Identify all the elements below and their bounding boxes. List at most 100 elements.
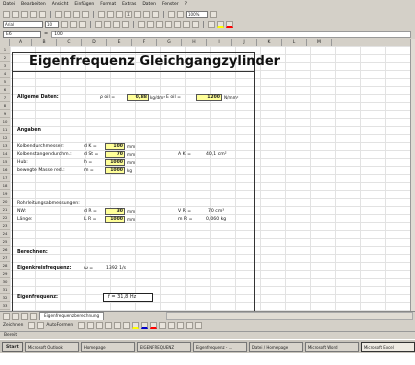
copy-icon[interactable] xyxy=(64,10,71,18)
oval-icon[interactable] xyxy=(105,322,113,329)
row-header[interactable]: 17 xyxy=(0,174,10,182)
redo-icon[interactable] xyxy=(107,10,114,18)
row-header[interactable]: 13 xyxy=(0,142,10,150)
borders-icon[interactable] xyxy=(208,20,215,28)
print-icon[interactable] xyxy=(30,10,37,18)
underline-icon[interactable] xyxy=(79,20,86,28)
first-sheet-icon[interactable] xyxy=(3,312,10,320)
function-icon[interactable] xyxy=(134,10,141,18)
font-color-draw-icon[interactable] xyxy=(150,322,158,329)
last-sheet-icon[interactable] xyxy=(30,312,37,320)
font-size-select[interactable]: 10 xyxy=(45,20,59,28)
formula-equals-icon[interactable]: = xyxy=(44,31,48,37)
column-header[interactable]: I xyxy=(207,39,232,46)
line-style-icon[interactable] xyxy=(159,322,167,329)
masse-input[interactable]: 1000 xyxy=(105,167,125,174)
sort-asc-icon[interactable] xyxy=(143,10,150,18)
column-header[interactable]: B xyxy=(32,39,57,46)
column-header[interactable]: K xyxy=(257,39,282,46)
line-color-icon[interactable] xyxy=(141,322,149,329)
autosum-icon[interactable]: Σ xyxy=(125,10,132,18)
autoformen-menu[interactable]: AutoFormen xyxy=(46,323,73,328)
row-header[interactable]: 6 xyxy=(0,86,10,94)
column-header[interactable]: E xyxy=(107,39,132,46)
format-painter-icon[interactable] xyxy=(82,10,89,18)
column-header[interactable]: A xyxy=(10,39,32,46)
zeichnen-menu[interactable]: Zeichnen xyxy=(3,323,23,328)
taskbar-item-eigenfrequenz-doc[interactable]: Eigenfrequenz - ... xyxy=(192,341,247,352)
column-header[interactable]: M xyxy=(307,39,332,46)
row-header[interactable]: 16 xyxy=(0,166,10,174)
menu-datei[interactable]: Datei xyxy=(3,2,15,7)
thousands-icon[interactable] xyxy=(156,20,163,28)
taskbar-item-eigenfrequenz[interactable]: EIGENFREQUENZ xyxy=(136,341,191,352)
dash-style-icon[interactable] xyxy=(168,322,176,329)
merge-center-icon[interactable] xyxy=(122,20,129,28)
italic-icon[interactable] xyxy=(70,20,77,28)
new-file-icon[interactable] xyxy=(3,10,10,18)
row-header[interactable]: 25 xyxy=(0,238,10,246)
prev-sheet-icon[interactable] xyxy=(12,312,19,320)
paste-icon[interactable] xyxy=(73,10,80,18)
horizontal-scrollbar[interactable] xyxy=(166,312,413,320)
column-header[interactable]: L xyxy=(282,39,307,46)
fill-color-icon[interactable] xyxy=(217,20,224,28)
d-st-input[interactable]: 70 xyxy=(105,151,125,158)
name-box[interactable]: E6 xyxy=(3,30,41,38)
row-header[interactable]: 10 xyxy=(0,118,10,126)
3d-icon[interactable] xyxy=(195,322,203,329)
formula-input[interactable]: 100 xyxy=(51,30,411,38)
increase-indent-icon[interactable] xyxy=(192,20,199,28)
menu-format[interactable]: Format xyxy=(100,2,116,7)
textbox-icon[interactable] xyxy=(114,322,122,329)
column-header[interactable]: H xyxy=(182,39,207,46)
wordart-icon[interactable] xyxy=(123,322,131,329)
row-header[interactable]: 2 xyxy=(0,54,10,62)
row-header[interactable]: 11 xyxy=(0,126,10,134)
font-color-icon[interactable] xyxy=(226,20,233,28)
shadow-icon[interactable] xyxy=(186,322,194,329)
row-header[interactable]: 31 xyxy=(0,286,10,294)
arrow-icon[interactable] xyxy=(87,322,95,329)
decrease-indent-icon[interactable] xyxy=(183,20,190,28)
menu-extras[interactable]: Extras xyxy=(122,2,136,7)
sort-desc-icon[interactable] xyxy=(152,10,159,18)
fill-color-draw-icon[interactable] xyxy=(132,322,140,329)
row-header[interactable]: 18 xyxy=(0,182,10,190)
row-header[interactable]: 29 xyxy=(0,270,10,278)
increase-decimal-icon[interactable] xyxy=(165,20,172,28)
taskbar-item-datei-homepage[interactable]: Datei / Homepage xyxy=(248,341,303,352)
menu-ansicht[interactable]: Ansicht xyxy=(52,2,69,7)
start-button[interactable]: Start xyxy=(2,341,23,352)
row-header[interactable]: 27 xyxy=(0,254,10,262)
currency-icon[interactable] xyxy=(138,20,145,28)
row-header[interactable]: 26 xyxy=(0,246,10,254)
column-header[interactable]: G xyxy=(157,39,182,46)
row-header[interactable]: 32 xyxy=(0,294,10,302)
open-folder-icon[interactable] xyxy=(12,10,19,18)
chart-wizard-icon[interactable] xyxy=(168,10,175,18)
row-header[interactable]: 28 xyxy=(0,262,10,270)
row-header[interactable]: 1 xyxy=(0,46,10,54)
row-header[interactable]: 24 xyxy=(0,230,10,238)
d-r-input[interactable]: 30 xyxy=(105,208,125,215)
menu-help[interactable]: ? xyxy=(185,2,187,7)
menu-einfuegen[interactable]: Einfügen xyxy=(74,2,94,7)
row-header[interactable]: 23 xyxy=(0,222,10,230)
row-header[interactable]: 15 xyxy=(0,158,10,166)
align-right-icon[interactable] xyxy=(113,20,120,28)
percent-icon[interactable] xyxy=(147,20,154,28)
font-select[interactable]: Arial xyxy=(3,20,43,28)
taskbar-item-excel[interactable]: Microsoft Excel xyxy=(360,341,415,352)
row-header[interactable]: 19 xyxy=(0,190,10,198)
zoom-select[interactable]: 100% xyxy=(186,10,208,18)
e-oil-input[interactable]: 1200 xyxy=(196,94,222,101)
row-header[interactable]: 12 xyxy=(0,134,10,142)
row-header[interactable]: 5 xyxy=(0,78,10,86)
row-header[interactable]: 8 xyxy=(0,102,10,110)
bold-icon[interactable] xyxy=(61,20,68,28)
row-header[interactable]: 20 xyxy=(0,198,10,206)
row-header[interactable]: 22 xyxy=(0,214,10,222)
cut-icon[interactable] xyxy=(55,10,62,18)
column-header[interactable]: F xyxy=(132,39,157,46)
